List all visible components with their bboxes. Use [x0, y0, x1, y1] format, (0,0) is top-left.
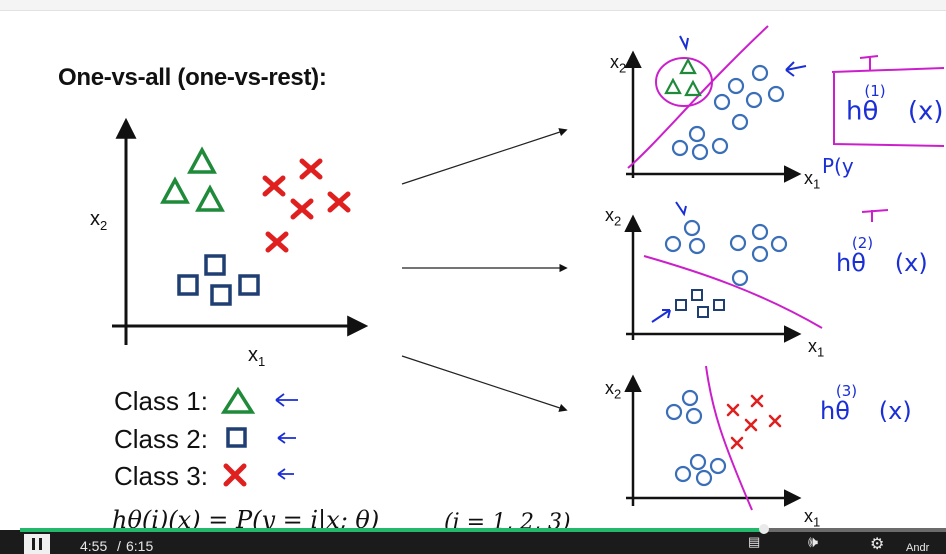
- ink-tick-mark: [679, 35, 689, 52]
- circle-marker: [683, 219, 701, 237]
- cross-marker: [327, 191, 351, 213]
- triangle-marker: [684, 79, 702, 97]
- circle-marker: [674, 465, 692, 483]
- square-marker: [177, 274, 199, 296]
- probability-note: P(y: [822, 154, 854, 178]
- circle-marker: [751, 245, 769, 263]
- circle-marker: [727, 77, 745, 95]
- circle-marker: [671, 139, 689, 157]
- decision-boundary: [643, 255, 823, 329]
- progress-knob[interactable]: [759, 524, 769, 534]
- decision-boundary: [705, 365, 753, 511]
- hypothesis-2-note: hθ(2) (x): [836, 234, 928, 277]
- captions-icon[interactable]: ▤: [748, 534, 760, 550]
- circle-marker: [751, 223, 769, 241]
- cross-marker: [262, 175, 286, 197]
- square-marker: [238, 274, 260, 296]
- circle-marker: [688, 237, 706, 255]
- subplot-3-y-label: x2: [605, 378, 622, 402]
- volume-icon[interactable]: 🕪: [808, 534, 818, 552]
- connector-arrows: [401, 128, 568, 412]
- class-2-squares: [177, 254, 260, 306]
- cross-icon: [223, 463, 247, 487]
- circle-marker: [665, 403, 683, 421]
- circle-marker: [691, 143, 709, 161]
- legend-class-2: Class 2:: [114, 424, 208, 454]
- square-marker: [204, 254, 226, 276]
- cross-marker: [299, 158, 323, 180]
- x-axis-label: x1: [248, 344, 266, 369]
- square-marker: [210, 284, 232, 306]
- subplot-2-y-label: x2: [605, 205, 622, 229]
- circle-marker: [713, 93, 731, 111]
- cross-marker: [750, 394, 764, 408]
- time-separator: /: [117, 538, 121, 554]
- circle-marker: [729, 234, 747, 252]
- ink-hook: [859, 55, 879, 70]
- legend-class-3: Class 3:: [114, 461, 208, 491]
- circle-marker: [745, 91, 763, 109]
- circle-marker: [767, 85, 785, 103]
- legend-symbols: [220, 386, 298, 487]
- triangle-marker: [195, 184, 225, 212]
- circle-marker: [695, 469, 713, 487]
- class-1-triangles: [160, 146, 225, 212]
- square-icon: [226, 427, 247, 448]
- triangle-marker: [664, 77, 682, 95]
- main-plot-axes: [112, 117, 369, 345]
- subplot-1-x-label: x1: [804, 168, 821, 192]
- circle-marker: [664, 235, 682, 253]
- subplot-1-y-label: x2: [610, 52, 627, 76]
- current-time: 4:55: [80, 538, 108, 554]
- hypothesis-3-note: hθ(3) (x): [820, 382, 912, 425]
- cross-marker: [726, 403, 740, 417]
- settings-icon[interactable]: ⚙: [870, 534, 884, 554]
- triangle-marker: [187, 146, 217, 174]
- ink-arrow: [277, 468, 294, 480]
- subplot-3: [624, 365, 802, 511]
- pause-icon[interactable]: [24, 534, 50, 554]
- circle-marker: [685, 407, 703, 425]
- cross-marker: [744, 418, 758, 432]
- ink-arrow: [275, 393, 298, 407]
- circle-marker: [770, 235, 788, 253]
- triangle-icon: [220, 386, 256, 414]
- ink-arrow: [651, 309, 671, 323]
- cross-marker: [768, 414, 782, 428]
- ink-arrow: [277, 432, 296, 444]
- subplot-3-x-label: x1: [804, 506, 821, 530]
- circle-marker: [681, 389, 699, 407]
- square-marker: [713, 299, 725, 311]
- square-marker: [691, 289, 703, 301]
- corner-label: Andr: [906, 542, 930, 554]
- y-axis-label: x2: [90, 208, 108, 233]
- cross-marker: [730, 436, 744, 450]
- subplot-2-x-label: x1: [808, 336, 825, 360]
- ink-tick-mark: [675, 201, 687, 217]
- circle-marker: [709, 457, 727, 475]
- cross-marker: [290, 198, 314, 220]
- circle-marker: [689, 453, 707, 471]
- hypothesis-1-note: hθ(1) (x): [846, 82, 944, 127]
- ink-hook: [861, 209, 889, 222]
- legend-class-1: Class 1:: [114, 386, 208, 416]
- triangle-marker: [679, 57, 697, 75]
- ink-arrow: [785, 61, 807, 77]
- class-3-crosses: [262, 158, 351, 253]
- square-marker: [675, 299, 687, 311]
- triangle-marker: [160, 176, 190, 204]
- circle-marker: [751, 64, 769, 82]
- square-marker: [697, 306, 709, 318]
- circle-marker: [731, 269, 749, 287]
- circle-marker: [731, 113, 749, 131]
- duration: 6:15: [126, 538, 154, 554]
- progress-fill: [20, 528, 764, 532]
- circle-marker: [711, 137, 729, 155]
- circle-marker: [688, 125, 706, 143]
- cross-marker: [265, 231, 289, 253]
- slide-title: One-vs-all (one-vs-rest):: [58, 64, 327, 91]
